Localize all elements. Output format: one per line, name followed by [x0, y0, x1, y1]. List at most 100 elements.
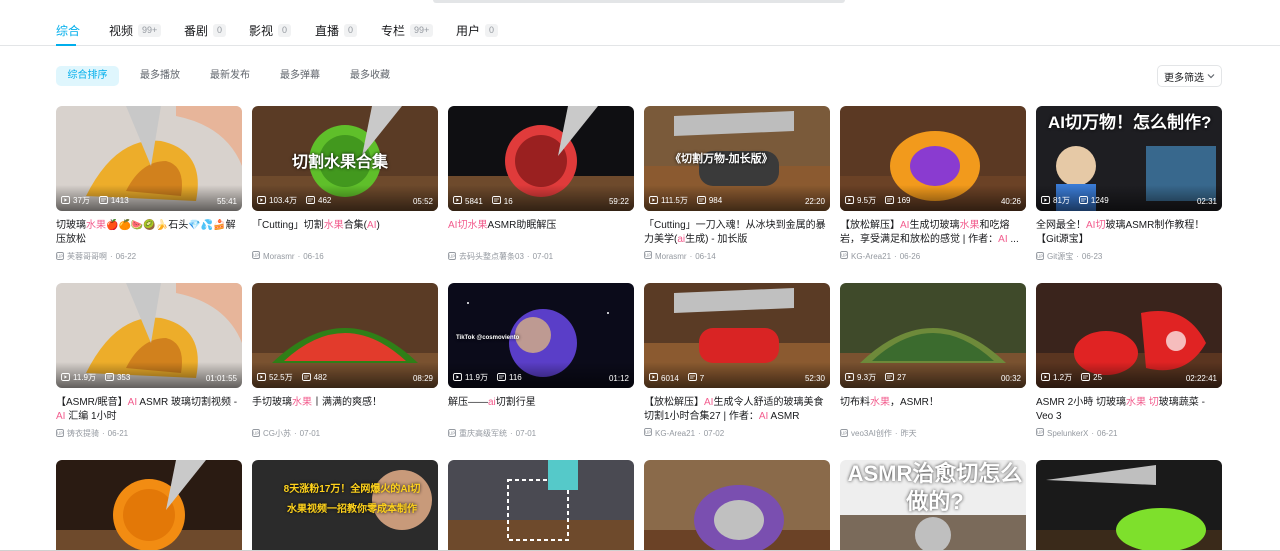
video-title[interactable]: 全网最全！AI切玻璃ASMR制作教程！【Git源宝】	[1036, 219, 1222, 247]
publish-date: 06-21	[107, 429, 129, 438]
video-card[interactable]	[448, 460, 634, 551]
uploader-name: KG-Area21	[655, 428, 696, 438]
video-card[interactable]: 《切割万物-加长版》 111.5万 984 22:20 「Cutting」一刀入魂…	[644, 106, 830, 261]
tab-all[interactable]: 综合	[56, 20, 80, 40]
video-card[interactable]: 5841 16 59:22 AI切水果ASMR助眠解压 UP 去码头整点薯条03 …	[448, 106, 634, 262]
danmaku-count: 1249	[1078, 195, 1109, 206]
video-title[interactable]: 「Cutting」一刀入魂！从冰块到金属的暴力美学(ai生成) - 加长版	[644, 219, 830, 247]
sort-most-played[interactable]: 最多播放	[140, 66, 180, 86]
video-meta[interactable]: UP veo3AI创作 · 昨天	[840, 428, 1026, 439]
play-count-icon	[845, 195, 854, 206]
video-thumbnail[interactable]: 8天涨粉17万！全网爆火的AI切水果视频一招教你零成本制作	[252, 460, 438, 551]
sort-most-favorited[interactable]: 最多收藏	[350, 66, 390, 86]
tab-live[interactable]: 直播 0	[315, 20, 358, 40]
video-card[interactable]: 9.5万 169 40:26 【放松解压】AI生成切玻璃水果和吃熔岩，享受满足和放…	[840, 106, 1026, 261]
video-card[interactable]	[1036, 460, 1222, 551]
video-duration: 01:01:55	[205, 374, 237, 383]
video-thumbnail[interactable]	[448, 460, 634, 551]
video-stats: 11.9万 116	[453, 372, 522, 383]
video-thumbnail[interactable]: 52.5万 482 08:29	[252, 283, 438, 388]
video-title[interactable]: 「Cutting」切割水果合集(AI)	[252, 219, 438, 247]
video-card[interactable]: 52.5万 482 08:29 手切玻璃水果丨满满的爽感！ UP CG小苏 · 0…	[252, 283, 438, 439]
video-meta[interactable]: UP 铸衣提骑 · 06-21	[56, 428, 242, 439]
video-title[interactable]: ASMR 2小時 切玻璃水果 切玻璃蔬菜 - Veo 3	[1036, 396, 1222, 424]
danmaku-count: 984	[696, 195, 722, 206]
video-title[interactable]: 【ASMR/眠音】AI ASMR 玻璃切割视频 -AI 汇编 1小时	[56, 396, 242, 424]
sort-newest[interactable]: 最新发布	[210, 66, 250, 86]
video-card[interactable]: AI切万物！怎么制作? 81万 1249 02:31 全网最全！AI切玻璃ASMR…	[1036, 106, 1222, 262]
title-text: 【放松解压】	[840, 220, 900, 231]
video-card[interactable]: 11.9万 353 01:01:55 【ASMR/眠音】AI ASMR 玻璃切割视…	[56, 283, 242, 439]
video-card[interactable]: 6014 7 52:30 【放松解压】AI生成令人舒适的玻璃美食切割1小时合集27…	[644, 283, 830, 438]
video-meta[interactable]: UP KG-Area21 · 07-02	[644, 428, 830, 438]
video-card[interactable]	[56, 460, 242, 551]
tab-movie[interactable]: 影视 0	[249, 20, 292, 40]
keyword-highlight: AI	[758, 411, 769, 422]
meta-separator: ·	[102, 429, 105, 438]
video-card[interactable]: 8天涨粉17万！全网爆火的AI切水果视频一招教你零成本制作	[252, 460, 438, 551]
video-card[interactable]	[644, 460, 830, 551]
video-title[interactable]: AI切水果ASMR助眠解压	[448, 219, 634, 247]
video-thumbnail[interactable]: 11.9万 353 01:01:55	[56, 283, 242, 388]
up-avatar-icon: UP	[56, 251, 64, 262]
video-thumbnail[interactable]: AI切万物！怎么制作? 81万 1249 02:31	[1036, 106, 1222, 211]
video-duration: 02:31	[1196, 197, 1217, 206]
video-meta[interactable]: UP CG小苏 · 07-01	[252, 428, 438, 439]
video-thumbnail[interactable]: 6014 7 52:30	[644, 283, 830, 388]
video-meta[interactable]: UP Morasmr · 06-14	[644, 251, 830, 261]
video-title[interactable]: 手切玻璃水果丨满满的爽感！	[252, 396, 438, 424]
meta-separator: ·	[110, 252, 113, 261]
video-thumbnail[interactable]: 9.5万 169 40:26	[840, 106, 1026, 211]
video-meta[interactable]: UP 芙蓉哥哥啊 · 06-22	[56, 251, 242, 262]
search-type-tabs: 综合 视频 99+ 番剧 0 影视 0 直播 0 专栏 99+ 用户 0	[0, 0, 1280, 46]
video-card[interactable]: ASMR治愈切怎么做的?	[840, 460, 1026, 551]
tab-user[interactable]: 用户 0	[456, 20, 499, 40]
danmaku-icon	[306, 195, 315, 206]
video-title[interactable]: 切布料水果，ASMR！	[840, 396, 1026, 424]
meta-separator: ·	[894, 251, 897, 261]
video-meta[interactable]: UP SpelunkerX · 06-21	[1036, 428, 1222, 438]
tab-bangumi[interactable]: 番剧 0	[184, 20, 227, 40]
danmaku-icon	[497, 372, 506, 383]
sort-comprehensive[interactable]: 综合排序	[56, 66, 119, 86]
up-avatar-icon: UP	[644, 251, 652, 261]
video-thumbnail[interactable]: 9.3万 27 00:32	[840, 283, 1026, 388]
video-title[interactable]: 【放松解压】AI生成令人舒适的玻璃美食切割1小时合集27 | 作者：AI ASM…	[644, 396, 830, 424]
video-thumbnail[interactable]	[1036, 460, 1222, 551]
video-thumbnail[interactable]: ASMR治愈切怎么做的?	[840, 460, 1026, 551]
video-meta[interactable]: UP 去码头整点薯条03 · 07-01	[448, 251, 634, 262]
title-text: 丨满满的爽感！	[312, 397, 382, 408]
video-meta[interactable]: UP Git源宝 · 06-23	[1036, 251, 1222, 262]
tab-video[interactable]: 视频 99+	[109, 20, 162, 40]
video-card[interactable]: 切割水果合集 103.4万 462 05:52 「Cutting」切割水果合集(A…	[252, 106, 438, 261]
video-title[interactable]: 【放松解压】AI生成切玻璃水果和吃熔岩，享受满足和放松的感觉 | 作者：AI .…	[840, 219, 1026, 247]
video-title[interactable]: 切玻璃水果🍎🍊🍉🥝🍌石头💎💦🍰解压放松	[56, 219, 242, 247]
video-thumbnail[interactable]: 切割水果合集 103.4万 462 05:52	[252, 106, 438, 211]
video-thumbnail[interactable]: 《切割万物-加长版》 111.5万 984 22:20	[644, 106, 830, 211]
video-card[interactable]: 37万 1413 55:41 切玻璃水果🍎🍊🍉🥝🍌石头💎💦🍰解压放松 UP 芙蓉哥…	[56, 106, 242, 262]
sort-most-danmaku[interactable]: 最多弹幕	[280, 66, 320, 86]
video-meta[interactable]: UP KG-Area21 · 06-26	[840, 251, 1026, 261]
video-card[interactable]: 1.2万 25 02:22:41 ASMR 2小時 切玻璃水果 切玻璃蔬菜 - V…	[1036, 283, 1222, 438]
thumbnail-caption: ASMR治愈切怎么做的?	[847, 461, 1023, 514]
video-thumbnail[interactable]: TikTok @cosmoviento 11.9万 116 01:12	[448, 283, 634, 388]
more-filter-button[interactable]: 更多筛选	[1157, 65, 1222, 87]
up-avatar-icon: UP	[448, 428, 456, 439]
publish-date: 06-14	[695, 251, 716, 261]
video-card[interactable]: TikTok @cosmoviento 11.9万 116 01:12 解压——a…	[448, 283, 634, 439]
video-thumbnail[interactable]	[644, 460, 830, 551]
uploader-name: veo3AI创作	[851, 429, 892, 438]
video-thumbnail[interactable]	[56, 460, 242, 551]
video-thumbnail[interactable]: 37万 1413 55:41	[56, 106, 242, 211]
tab-article[interactable]: 专栏 99+	[381, 20, 434, 40]
video-title[interactable]: 解压——ai切割行星	[448, 396, 634, 424]
title-text: ，ASMR！	[890, 397, 939, 408]
title-text: 切割行星	[495, 397, 536, 408]
video-thumbnail[interactable]: 1.2万 25 02:22:41	[1036, 283, 1222, 388]
video-thumbnail[interactable]: 5841 16 59:22	[448, 106, 634, 211]
danmaku-icon	[687, 373, 697, 383]
uploader-name: Morasmr	[263, 251, 295, 261]
video-meta[interactable]: UP 重庆高级军统 · 07-01	[448, 428, 634, 439]
video-meta[interactable]: UP Morasmr · 06-16	[252, 251, 438, 261]
video-card[interactable]: 9.3万 27 00:32 切布料水果，ASMR！ UP veo3AI创作 · 昨…	[840, 283, 1026, 439]
